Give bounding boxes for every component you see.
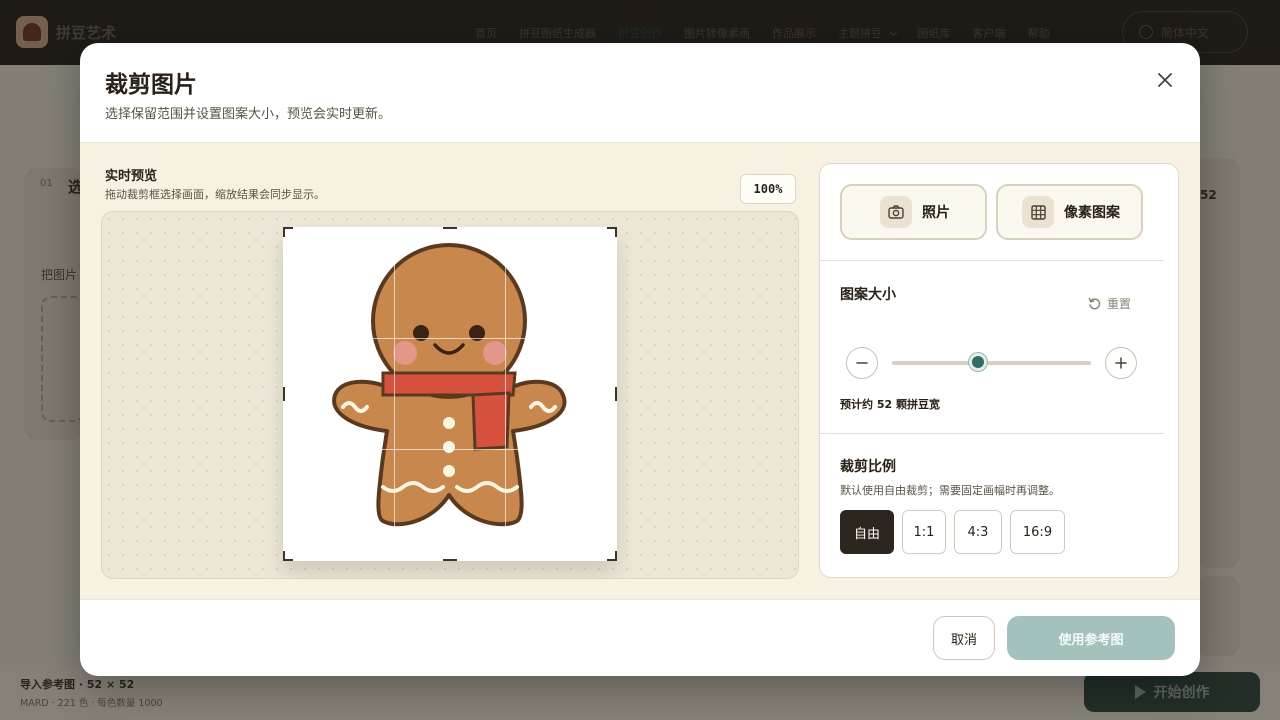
decrease-size-button[interactable] bbox=[846, 347, 878, 379]
dialog-body: 实时预览 拖动裁剪框选择画面，缩放结果会同步显示。 100% 照片 像素图案 图… bbox=[80, 142, 1200, 600]
crop-grid-line bbox=[505, 227, 506, 561]
crop-handle-bottom-left[interactable] bbox=[283, 551, 285, 561]
divider bbox=[820, 433, 1164, 434]
close-button[interactable] bbox=[1152, 67, 1178, 93]
plus-icon bbox=[1115, 357, 1127, 369]
pixel-mode-label: 像素图案 bbox=[1064, 205, 1120, 221]
aspect-ratio-title: 裁剪比例 bbox=[840, 459, 896, 475]
aspect-option-1-1[interactable]: 1:1 bbox=[902, 510, 946, 554]
bead-estimate: 预计约 52 颗拼豆宽 bbox=[840, 398, 940, 411]
dialog-subtitle: 选择保留范围并设置图案大小，预览会实时更新。 bbox=[105, 107, 392, 122]
size-slider-track[interactable] bbox=[892, 361, 1091, 365]
use-reference-button[interactable]: 使用参考图 bbox=[1007, 616, 1175, 660]
reset-icon bbox=[1088, 297, 1101, 310]
aspect-option-4-3[interactable]: 4:3 bbox=[954, 510, 1002, 554]
minus-icon bbox=[856, 362, 868, 364]
increase-size-button[interactable] bbox=[1105, 347, 1137, 379]
reset-label: 重置 bbox=[1107, 297, 1132, 311]
crop-handle-top[interactable] bbox=[443, 227, 457, 229]
crop-handle-left[interactable] bbox=[283, 387, 285, 401]
photo-mode-label: 照片 bbox=[922, 205, 950, 221]
gingerbread-image bbox=[332, 243, 567, 527]
aspect-ratio-subtitle: 默认使用自由裁剪；需要固定画幅时再调整。 bbox=[840, 484, 1060, 497]
crop-grid-line bbox=[283, 338, 617, 339]
reset-button[interactable]: 重置 bbox=[1088, 295, 1131, 312]
crop-handle-top-left[interactable] bbox=[283, 227, 285, 237]
crop-box[interactable] bbox=[283, 227, 617, 561]
crop-grid-line bbox=[283, 449, 617, 450]
preview-title: 实时预览 bbox=[105, 169, 158, 184]
dialog-title: 裁剪图片 bbox=[105, 72, 197, 98]
cancel-button[interactable]: 取消 bbox=[933, 616, 995, 660]
pixel-mode-button[interactable]: 像素图案 bbox=[996, 184, 1143, 240]
crop-handle-top-right[interactable] bbox=[615, 227, 617, 237]
divider bbox=[820, 260, 1164, 261]
aspect-option-16-9[interactable]: 16:9 bbox=[1010, 510, 1065, 554]
crop-stage[interactable] bbox=[101, 211, 799, 579]
photo-mode-button[interactable]: 照片 bbox=[840, 184, 987, 240]
grid-icon bbox=[1022, 196, 1054, 228]
aspect-option-free[interactable]: 自由 bbox=[840, 510, 894, 554]
zoom-level: 100% bbox=[740, 174, 796, 204]
pattern-size-title: 图案大小 bbox=[840, 287, 896, 303]
crop-grid-line bbox=[394, 227, 395, 561]
crop-handle-bottom-right[interactable] bbox=[615, 551, 617, 561]
close-icon bbox=[1158, 73, 1172, 87]
crop-handle-right[interactable] bbox=[615, 387, 617, 401]
preview-subtitle: 拖动裁剪框选择画面，缩放结果会同步显示。 bbox=[105, 188, 325, 201]
crop-settings-panel: 照片 像素图案 图案大小 重置 预计约 52 颗拼豆宽 裁剪比例 默认使用自由裁… bbox=[819, 163, 1179, 578]
crop-image-dialog: 裁剪图片 选择保留范围并设置图案大小，预览会实时更新。 实时预览 拖动裁剪框选择… bbox=[80, 43, 1200, 676]
crop-handle-bottom[interactable] bbox=[443, 559, 457, 561]
size-slider-thumb[interactable] bbox=[968, 353, 987, 371]
camera-icon bbox=[880, 196, 912, 228]
